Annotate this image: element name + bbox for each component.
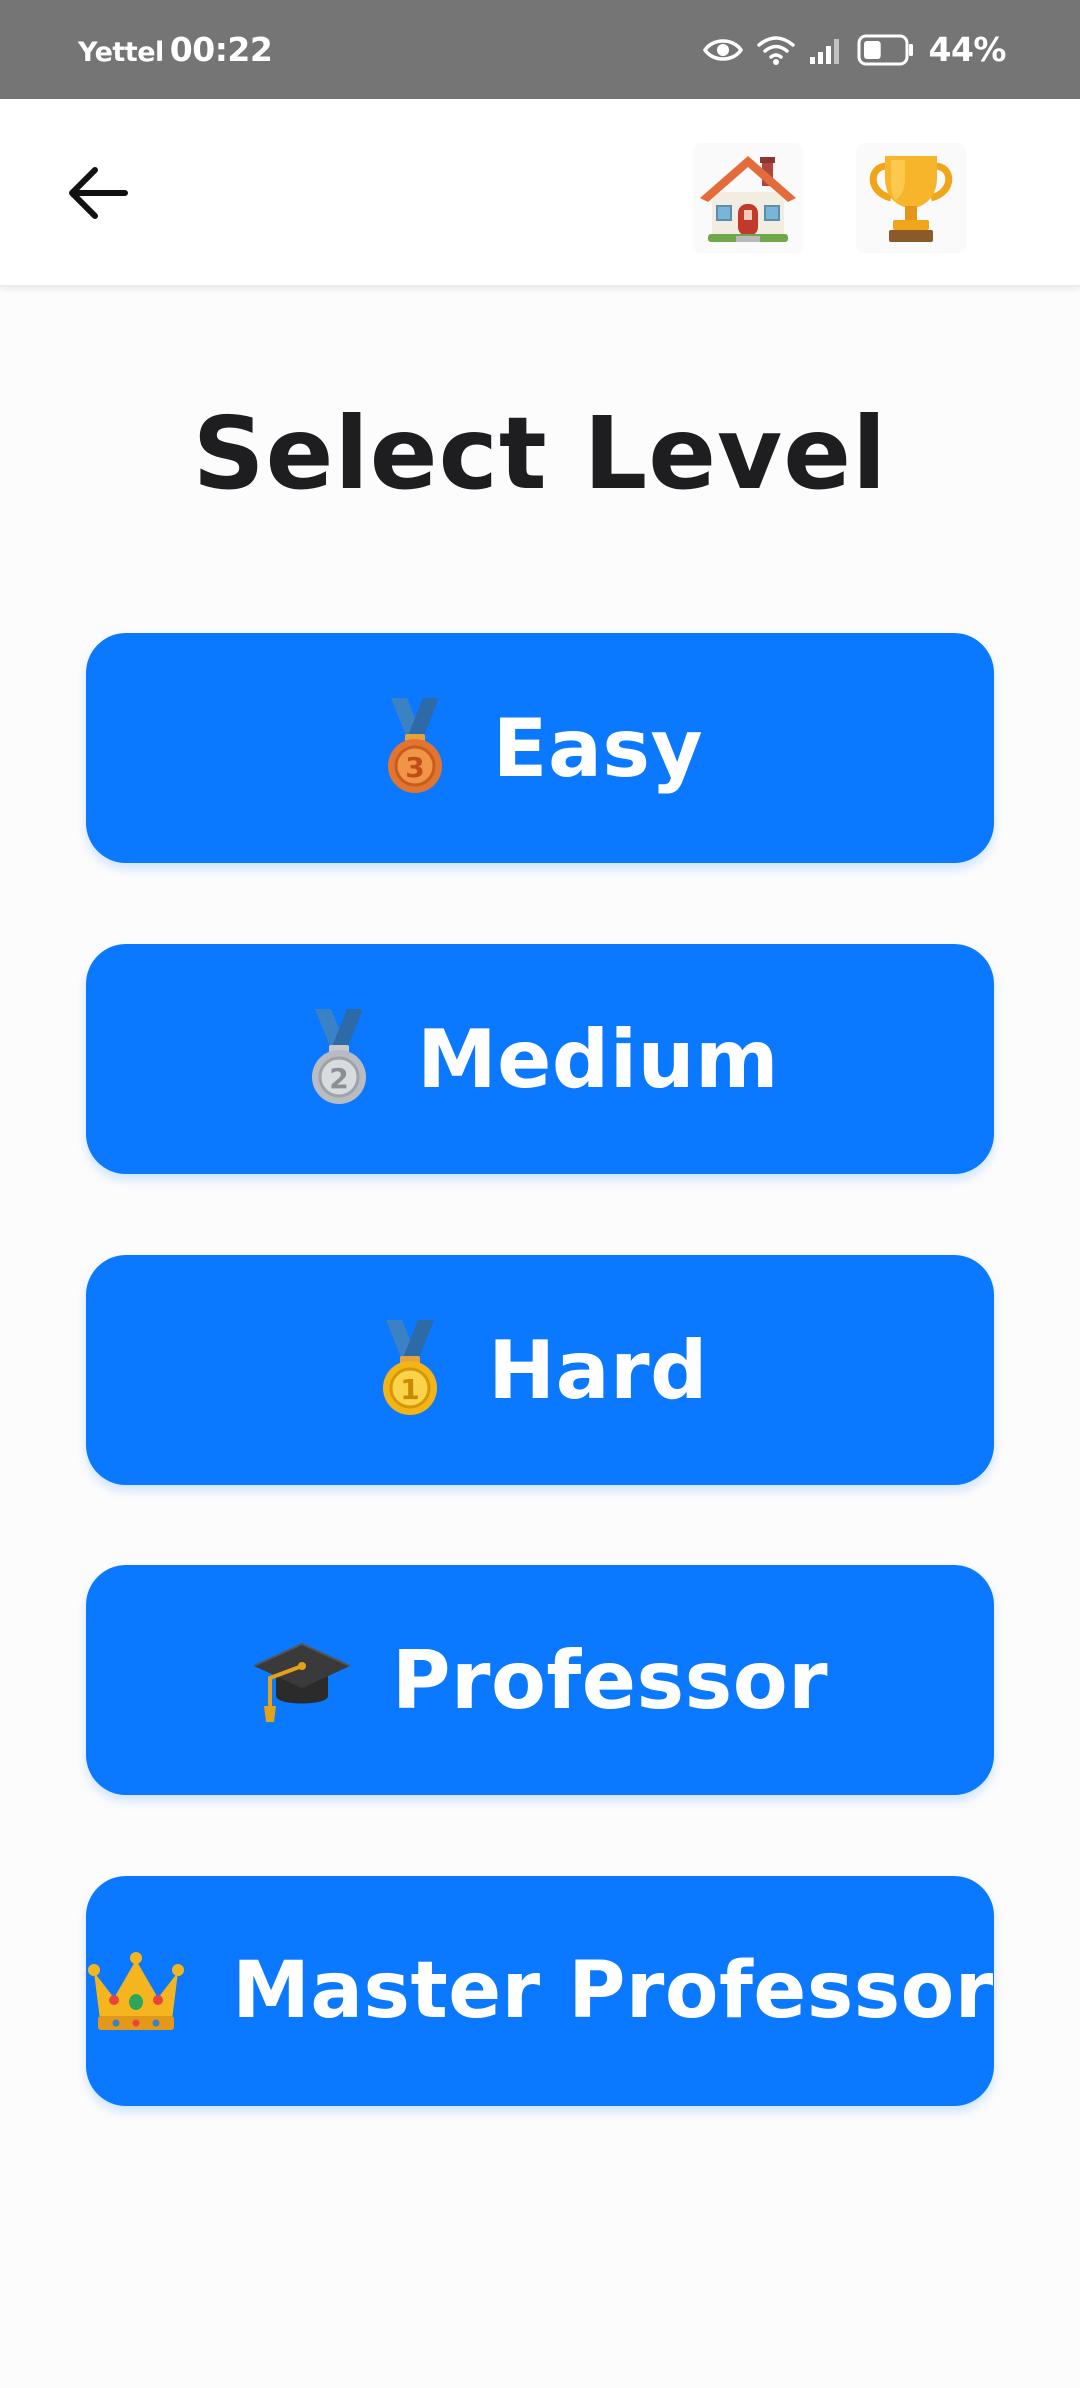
- second-place-medal-icon: 2: [301, 1009, 377, 1109]
- level-label: Master Professor: [232, 1946, 994, 2036]
- level-button-easy[interactable]: 3 Easy: [86, 633, 994, 863]
- third-place-medal-icon: 3: [377, 698, 453, 798]
- level-label: Professor: [391, 1633, 829, 1727]
- page-title: Select Level: [192, 395, 888, 512]
- app-bar: [0, 99, 1080, 287]
- level-button-hard[interactable]: 1 Hard: [86, 1255, 994, 1485]
- crown-icon: [86, 1946, 186, 2036]
- wifi-icon: [756, 34, 795, 66]
- status-bar-right: 44%: [702, 30, 1007, 69]
- level-button-professor[interactable]: Professor: [86, 1565, 994, 1795]
- arrow-left-icon: [69, 167, 128, 219]
- svg-text:1: 1: [400, 1373, 419, 1406]
- status-bar-left: Yettel 00:22: [78, 30, 273, 69]
- eye-icon: [702, 36, 743, 64]
- signal-icon: [809, 35, 843, 65]
- trophy-icon: [869, 156, 953, 242]
- level-button-medium[interactable]: 2 Medium: [86, 944, 994, 1174]
- svg-text:3: 3: [405, 751, 424, 784]
- back-button[interactable]: [48, 143, 148, 243]
- level-label: Hard: [488, 1323, 708, 1417]
- carrier-name: Yettel: [78, 37, 164, 68]
- level-label: Easy: [492, 701, 704, 795]
- home-button[interactable]: [693, 143, 803, 253]
- clock: 00:22: [169, 30, 273, 69]
- graduation-cap-icon: [252, 1634, 352, 1726]
- status-bar: Yettel 00:22 44%: [0, 0, 1080, 99]
- first-place-medal-icon: 1: [372, 1320, 448, 1420]
- trophy-button[interactable]: [856, 143, 966, 253]
- svg-text:2: 2: [329, 1062, 348, 1095]
- battery-icon: [857, 34, 915, 66]
- battery-percent: 44%: [928, 30, 1007, 69]
- house-icon: [700, 156, 796, 242]
- level-button-master-professor[interactable]: Master Professor: [86, 1876, 994, 2106]
- level-label: Medium: [417, 1012, 779, 1106]
